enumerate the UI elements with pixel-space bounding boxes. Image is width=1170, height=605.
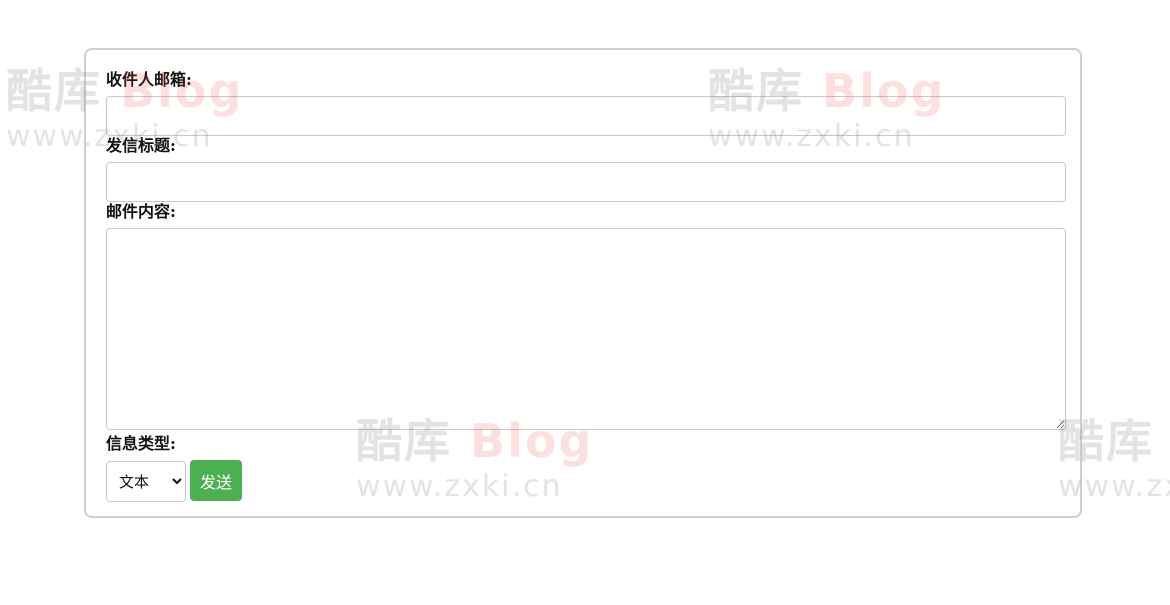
subject-label: 发信标题: (106, 136, 176, 155)
page: 收件人邮箱: 发信标题: 邮件内容: 信息类型: 文本 发送 酷库 Blog w… (0, 0, 1170, 605)
recipient-label: 收件人邮箱: (106, 70, 192, 89)
subject-input[interactable] (106, 162, 1066, 202)
email-form-card: 收件人邮箱: 发信标题: 邮件内容: 信息类型: 文本 发送 (84, 48, 1082, 518)
content-textarea[interactable] (106, 228, 1066, 430)
message-type-select[interactable]: 文本 (106, 461, 186, 502)
content-label: 邮件内容: (106, 202, 176, 221)
send-button[interactable]: 发送 (190, 460, 242, 501)
recipient-email-input[interactable] (106, 96, 1066, 136)
type-label: 信息类型: (106, 434, 176, 453)
